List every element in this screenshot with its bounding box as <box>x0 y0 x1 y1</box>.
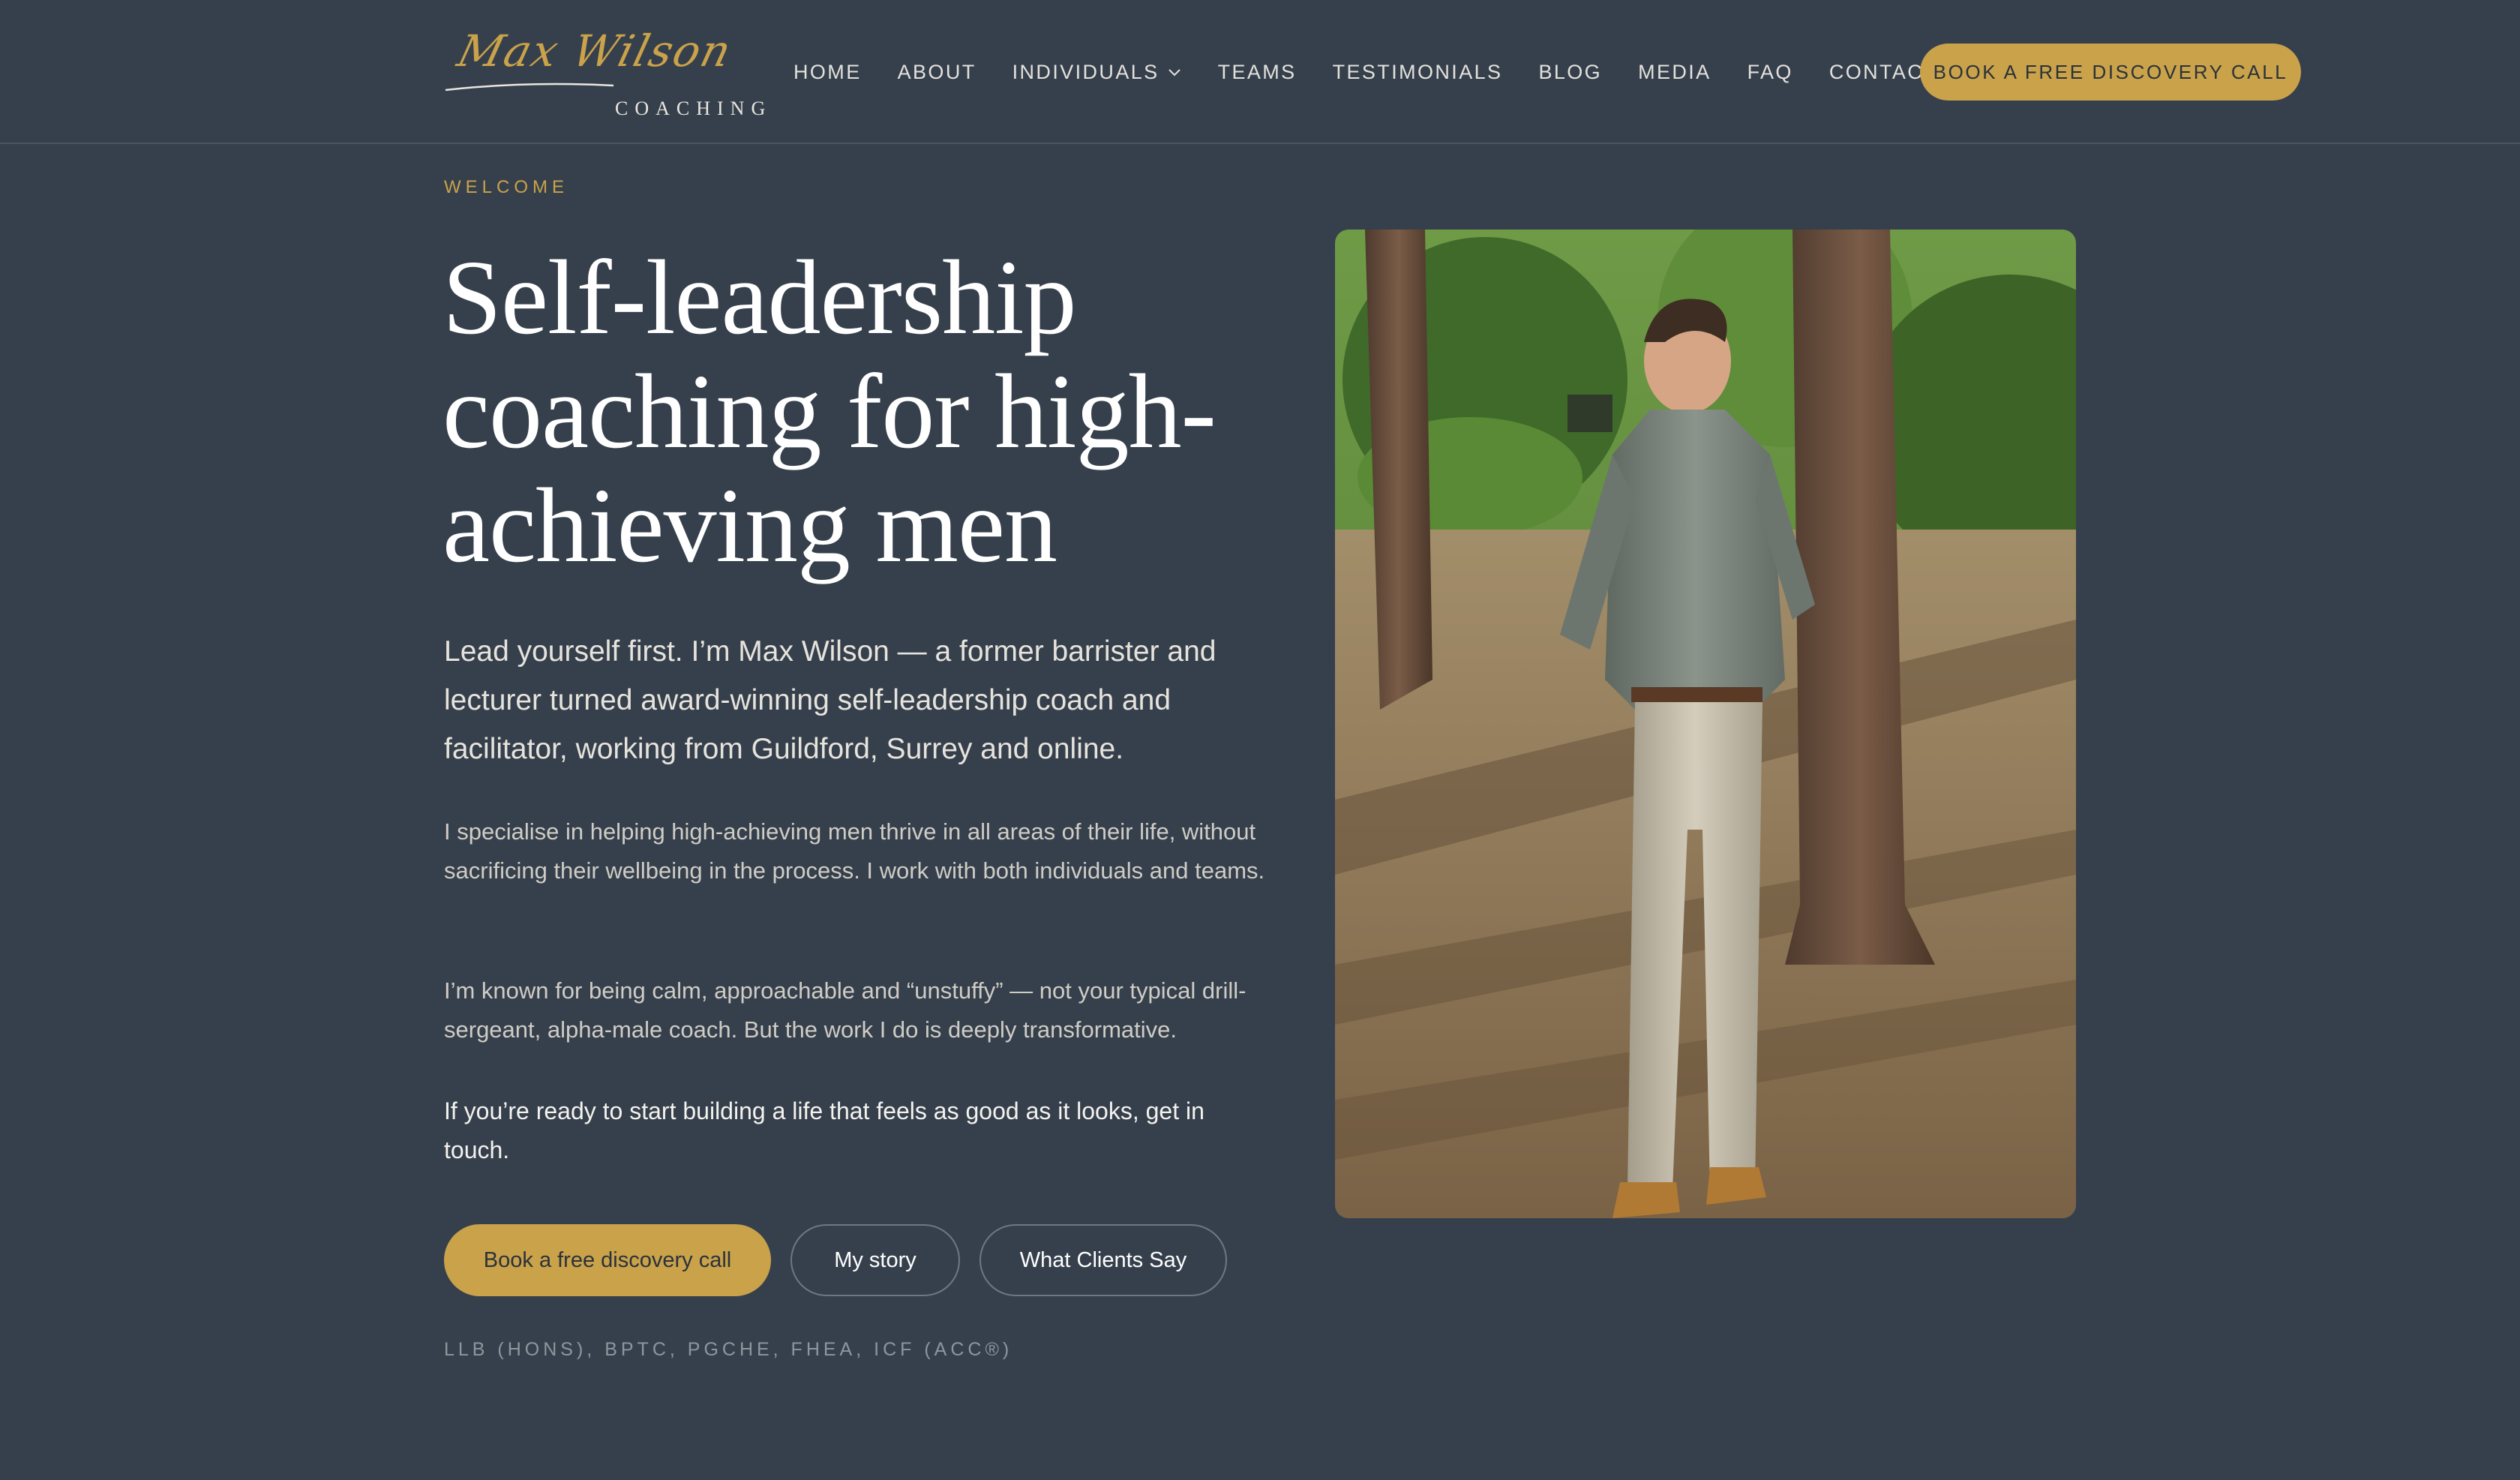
nav-teams-label: TEAMS <box>1217 60 1297 83</box>
hero-buttons: Book a free discovery call My story What… <box>444 1224 1246 1296</box>
nav-media[interactable]: MEDIA <box>1638 61 1712 84</box>
logo-script: Max Wilson <box>452 26 738 77</box>
nav-teams[interactable]: TEAMS <box>1218 61 1297 84</box>
nav-home-label: HOME <box>794 60 862 83</box>
header-discovery-call-button[interactable]: BOOK A FREE DISCOVERY CALL <box>1920 44 2301 101</box>
logo-subtitle: COACHING <box>615 98 772 119</box>
hero-title-line-3: achieving men <box>442 466 1058 584</box>
nav-individuals[interactable]: INDIVIDUALS <box>1012 61 1182 84</box>
hero-eyebrow: WELCOME <box>444 177 569 197</box>
hero-title-line-1: Self-leadership <box>442 238 1077 356</box>
nav-about-label: ABOUT <box>897 60 976 83</box>
coach-portrait-image <box>1335 230 2076 1218</box>
main-nav: HOME ABOUT INDIVIDUALS TEAMS TESTIMONIAL… <box>794 59 1938 86</box>
nav-blog[interactable]: BLOG <box>1538 61 1602 84</box>
hero-title-line-2: coaching for high- <box>442 352 1216 470</box>
site-header: Max Wilson COACHING HOME ABOUT INDIVIDUA… <box>0 0 2520 144</box>
nav-about[interactable]: ABOUT <box>898 61 976 84</box>
nav-faq[interactable]: FAQ <box>1748 61 1793 84</box>
discovery-call-button[interactable]: Book a free discovery call <box>444 1224 771 1296</box>
my-story-button[interactable]: My story <box>790 1224 960 1296</box>
nav-testimonials-label: TESTIMONIALS <box>1332 60 1503 83</box>
hero-paragraph-1: I specialise in helping high-achieving m… <box>444 818 1265 884</box>
credentials: LLB (HONS), BPTC, PGCHE, FHEA, ICF (ACC®… <box>444 1339 1013 1360</box>
what-clients-say-button[interactable]: What Clients Say <box>980 1224 1227 1296</box>
hero-lead: Lead yourself first. I’m Max Wilson — a … <box>444 635 1216 765</box>
page: Max Wilson COACHING HOME ABOUT INDIVIDUA… <box>0 0 2520 1480</box>
hero-photo <box>1335 230 2076 1218</box>
hero-paragraph-2: I’m known for being calm, approachable a… <box>444 977 1246 1043</box>
hero-paragraph-3: If you’re ready to start building a life… <box>444 1097 1204 1163</box>
nav-blog-label: BLOG <box>1538 60 1603 83</box>
nav-individuals-label: INDIVIDUALS <box>1012 60 1160 83</box>
hero-title: Self-leadership coaching for high- achie… <box>442 240 1268 582</box>
nav-faq-label: FAQ <box>1747 60 1793 83</box>
nav-testimonials[interactable]: TESTIMONIALS <box>1333 61 1503 84</box>
nav-home[interactable]: HOME <box>794 61 862 84</box>
logo[interactable]: Max Wilson COACHING <box>444 15 766 128</box>
logo-swoosh-icon <box>445 83 614 92</box>
nav-media-label: MEDIA <box>1638 60 1712 83</box>
chevron-down-icon <box>1168 69 1180 77</box>
